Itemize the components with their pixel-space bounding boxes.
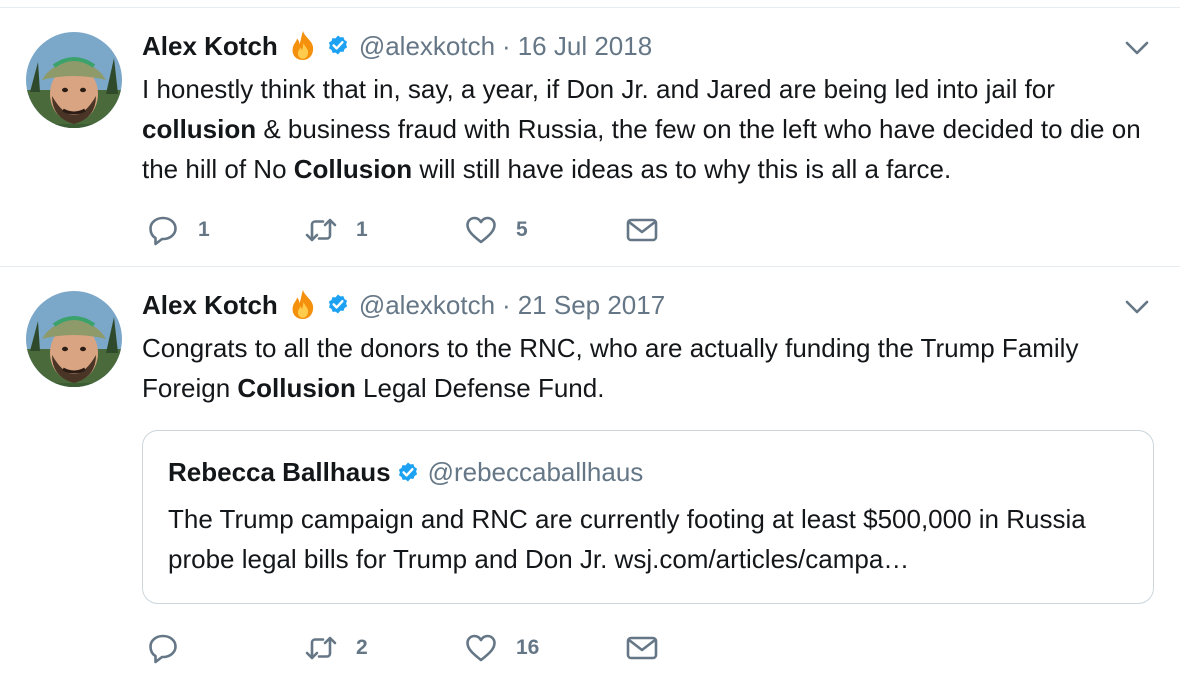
quoted-tweet-text: The Trump campaign and RNC are currently… [168, 504, 1086, 574]
avatar[interactable] [26, 291, 122, 387]
direct-message-button[interactable] [625, 628, 659, 668]
tweet-actions: 2 16 [146, 628, 706, 668]
heart-icon [464, 631, 498, 665]
like-count: 16 [516, 636, 540, 659]
verified-badge-icon [396, 461, 420, 485]
quoted-tweet-header: Rebecca Ballhaus @rebeccaballhaus [168, 457, 643, 488]
tweet-actions: 1 1 5 [146, 210, 706, 250]
tweet-text-part: will still have ideas as to why this is … [412, 154, 952, 184]
tweet-header: Alex Kotch @alexkotch · 21 Sep 2017 [142, 288, 665, 322]
chevron-down-icon[interactable] [1124, 297, 1150, 317]
author-handle[interactable]: @alexkotch [359, 31, 495, 62]
tweet-timeline: Alex Kotch @alexkotch · 16 Jul 2018 I ho… [0, 0, 1180, 674]
avatar[interactable] [26, 32, 122, 128]
retweet-button[interactable]: 2 [304, 628, 368, 668]
tweet-date[interactable]: 16 Jul 2018 [518, 31, 652, 62]
separator-dot: · [502, 289, 511, 320]
direct-message-button[interactable] [625, 210, 659, 250]
reply-count: 1 [198, 218, 210, 241]
separator-dot: · [502, 30, 511, 61]
retweet-icon [304, 631, 338, 665]
reply-button[interactable]: 1 [146, 210, 210, 250]
quoted-author-name: Rebecca Ballhaus [168, 457, 391, 487]
reply-icon [146, 213, 180, 247]
fire-emoji-icon [286, 288, 320, 322]
retweet-icon [304, 213, 338, 247]
retweet-count: 1 [356, 218, 368, 241]
tweet-text-part: Legal Defense Fund. [355, 373, 605, 403]
envelope-icon [625, 631, 659, 665]
reply-icon [146, 631, 180, 665]
quoted-author-handle: @rebeccaballhaus [427, 457, 644, 487]
search-highlight: collusion [142, 114, 257, 144]
author-handle[interactable]: @alexkotch [359, 290, 495, 321]
quoted-tweet[interactable]: Rebecca Ballhaus @rebeccaballhaus The Tr… [142, 430, 1154, 604]
tweet-text: Congrats to all the donors to the RNC, w… [142, 328, 1152, 408]
verified-badge-icon [326, 34, 350, 58]
retweet-button[interactable]: 1 [304, 210, 368, 250]
tweet-date[interactable]: 21 Sep 2017 [518, 290, 665, 321]
like-button[interactable]: 5 [464, 210, 528, 250]
tweet-text: I honestly think that in, say, a year, i… [142, 69, 1152, 189]
search-highlight: Collusion [237, 373, 356, 403]
envelope-icon [625, 213, 659, 247]
like-button[interactable]: 16 [464, 628, 539, 668]
author-name[interactable]: Alex Kotch [142, 31, 278, 62]
reply-button[interactable] [146, 628, 198, 668]
tweet-header: Alex Kotch @alexkotch · 16 Jul 2018 [142, 29, 652, 63]
author-name[interactable]: Alex Kotch [142, 290, 278, 321]
verified-badge-icon [326, 293, 350, 317]
tweet-1[interactable]: Alex Kotch @alexkotch · 16 Jul 2018 I ho… [0, 8, 1180, 266]
retweet-count: 2 [356, 636, 368, 659]
like-count: 5 [516, 218, 528, 241]
tweet-text-part: I honestly think that in, say, a year, i… [142, 74, 1055, 104]
heart-icon [464, 213, 498, 247]
tweet-2[interactable]: Alex Kotch @alexkotch · 21 Sep 2017 Cong… [0, 267, 1180, 674]
fire-emoji-icon [286, 29, 320, 63]
search-highlight: Collusion [293, 154, 413, 184]
chevron-down-icon[interactable] [1124, 38, 1150, 58]
